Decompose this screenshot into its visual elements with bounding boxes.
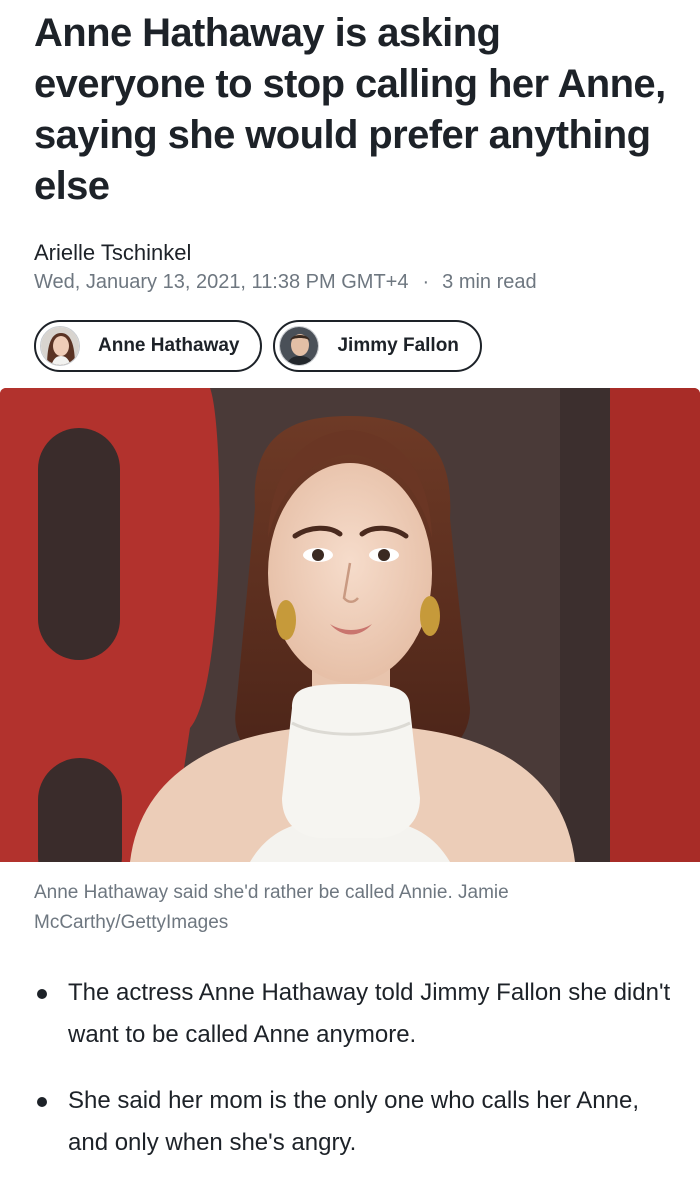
article-headline: Anne Hathaway is asking everyone to stop… xyxy=(34,11,666,208)
avatar-anne-hathaway-icon xyxy=(40,326,80,366)
hero-photo xyxy=(0,388,700,862)
tag-jimmy-fallon[interactable]: Jimmy Fallon xyxy=(273,320,482,372)
read-time: 3 min read xyxy=(442,271,537,293)
bullet-text: The actress Anne Hathaway told Jimmy Fal… xyxy=(68,979,671,1048)
author-name[interactable]: Arielle Tschinkel xyxy=(34,240,191,266)
publish-date: Wed, January 13, 2021, 11:38 PM GMT+4 xyxy=(34,271,409,293)
avatar-jimmy-fallon-icon xyxy=(279,326,320,366)
article-meta: Wed, January 13, 2021, 11:38 PM GMT+4 · … xyxy=(34,271,537,294)
key-points-list: The actress Anne Hathaway told Jimmy Fal… xyxy=(34,972,674,1188)
bullet-text: She said her mom is the only one who cal… xyxy=(68,1087,639,1156)
tag-label: Jimmy Fallon xyxy=(337,335,459,356)
bullet-icon xyxy=(37,989,47,999)
list-item: She said her mom is the only one who cal… xyxy=(34,1080,674,1164)
image-caption: Anne Hathaway said she'd rather be calle… xyxy=(34,882,509,933)
topic-tags: Anne Hathaway Jimmy Fallon xyxy=(34,320,482,372)
tag-anne-hathaway[interactable]: Anne Hathaway xyxy=(34,320,263,372)
bullet-icon xyxy=(37,1097,47,1107)
tag-label: Anne Hathaway xyxy=(98,335,240,356)
hero-photo-illustration xyxy=(0,388,700,862)
meta-separator: · xyxy=(422,271,430,293)
list-item: The actress Anne Hathaway told Jimmy Fal… xyxy=(34,972,674,1056)
